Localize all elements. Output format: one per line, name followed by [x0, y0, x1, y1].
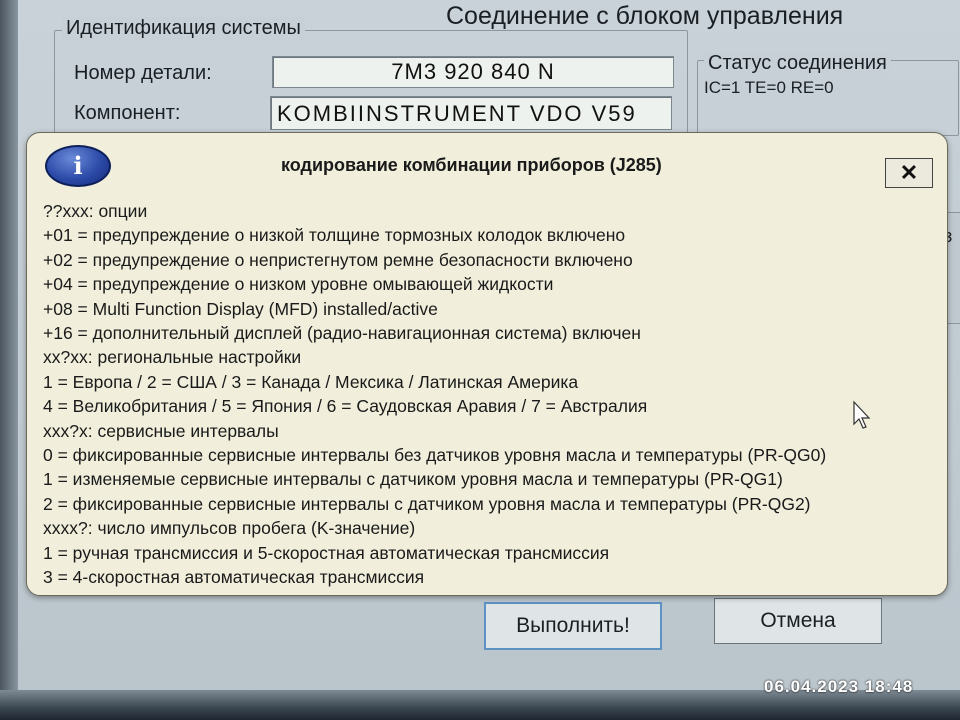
dialog-text-line: xxxx?: число импульсов пробега (K-значен…	[43, 518, 416, 539]
dialog-text-line: +16 = дополнительный дисплей (радио-нави…	[43, 323, 641, 344]
component-field[interactable]: KOMBIINSTRUMENT VDO V59	[270, 96, 672, 130]
dialog-text-line: 1 = Европа / 2 = США / 3 = Канада / Мекс…	[43, 371, 579, 392]
window-title: Соединение с блоком управления	[446, 2, 844, 30]
dialog-text-line: ??xxx: опции	[43, 201, 148, 221]
dialog-text-line: xx?xx: региональные настройки	[43, 347, 302, 368]
connection-status-values: IC=1 TE=0 RE=0	[704, 78, 834, 97]
part-number-label: Номер детали:	[74, 62, 212, 84]
execute-button[interactable]: Выполнить!	[484, 602, 662, 650]
info-icon: i	[45, 145, 111, 187]
photo-timestamp: 06.04.2023 18:48	[764, 677, 914, 696]
application-window: Соединение с блоком управления Идентифик…	[0, 0, 960, 720]
dialog-text-line: 1 = изменяемые сервисные интервалы с дат…	[43, 469, 783, 490]
dialog-text-line: +02 = предупреждение о непристегнутом ре…	[43, 249, 633, 270]
dialog-text-line: 3 = 4-скоростная автоматическая трансмис…	[43, 567, 425, 588]
mouse-cursor-icon	[853, 400, 871, 429]
cancel-button[interactable]: Отмена	[714, 598, 882, 644]
dialog-text-line: 4 = Великобритания / 5 = Япония / 6 = Са…	[43, 396, 648, 417]
coding-info-dialog: i кодирование комбинации приборов (J285)…	[26, 132, 948, 596]
dialog-text-line: xxx?x: сервисные интервалы	[43, 420, 279, 441]
dialog-text-line: +01 = предупреждение о низкой толщине то…	[43, 225, 626, 246]
dialog-text-line: 1 = ручная трансмиссия и 5-скоростная ав…	[43, 542, 610, 563]
dialog-text-line: +04 = предупреждение о низком уровне омы…	[43, 274, 554, 295]
identification-group-legend: Идентификация системы	[62, 17, 305, 40]
dialog-title: кодирование комбинации приборов (J285)	[281, 155, 662, 175]
dialog-text-line: 2 = фиксированные сервисные интервалы с …	[43, 493, 811, 514]
screen-bezel-left	[0, 0, 18, 720]
dialog-text-list: ??xxx: опции +01 = предупреждение о низко…	[43, 199, 943, 590]
dialog-text-line: +08 = Multi Function Display (MFD) insta…	[43, 298, 438, 319]
connection-status-legend: Статус соединения	[704, 52, 891, 75]
part-number-field[interactable]: 7M3 920 840 N	[272, 56, 674, 88]
dialog-text-line: 0 = фиксированные сервисные интервалы бе…	[43, 445, 827, 466]
close-button[interactable]: ✕	[885, 158, 933, 188]
component-label: Компонент:	[74, 102, 181, 124]
